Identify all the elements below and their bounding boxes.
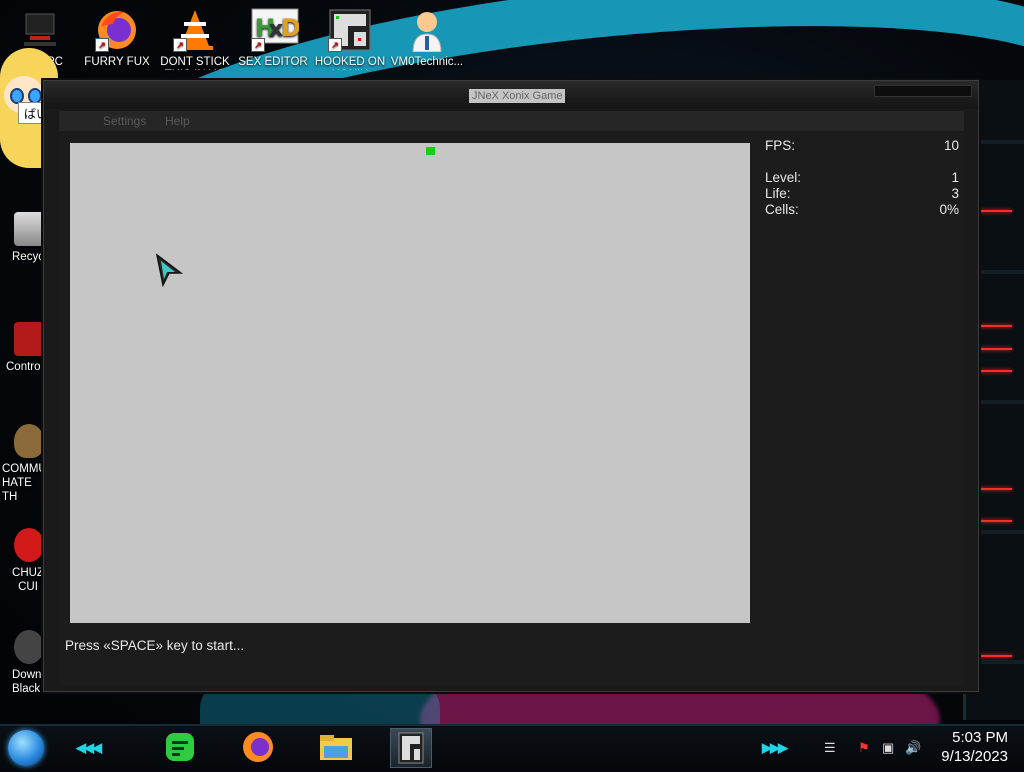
mouse-cursor-icon (155, 253, 183, 287)
stat-label: Level: (765, 170, 802, 185)
desktop-icon-label: Control (6, 361, 44, 373)
xonix-game-window[interactable]: JNeX Xonix Game Settings Help FPS: 10 Le… (43, 80, 979, 692)
desktop-icon-control-panel[interactable]: Control (0, 322, 44, 374)
desktop-icon-furry-fux[interactable]: ↗ FURRY FUX (79, 8, 155, 69)
stat-cells: Cells: 0% (765, 202, 959, 218)
status-message: Press «SPACE» key to start... (65, 638, 245, 653)
pc-icon (18, 8, 62, 52)
recycle-bin-icon (14, 212, 44, 246)
player-marker (426, 147, 435, 155)
security-flag-icon[interactable]: ⚑ (858, 740, 870, 756)
volume-icon[interactable]: 🔊 (905, 740, 921, 756)
desktop-icon-chuz[interactable]: CHUZ CUI (0, 528, 44, 594)
hxd-editor-icon: HxD ↗ (251, 8, 301, 52)
shortcut-overlay-icon: ↗ (95, 38, 109, 52)
desktop-icon-vm0technic[interactable]: VM0Technic... (389, 8, 465, 69)
stat-value: 10 (943, 138, 959, 153)
desktop-icon-label: CHUZ CUI (12, 567, 44, 593)
taskbar-app-file-explorer[interactable] (316, 728, 356, 766)
stats-panel: FPS: 10 Level: 1 Life: 3 Cells: 0% (765, 138, 959, 218)
clock-date: 9/13/2023 (941, 748, 1008, 765)
stat-level: Level: 1 (765, 170, 959, 186)
shortcut-overlay-icon: ↗ (173, 38, 187, 52)
desktop-icon-recycle-bin[interactable]: Recycl (0, 212, 47, 264)
firefox-icon (243, 732, 273, 762)
desktop-icon-label: Recycl (12, 251, 47, 263)
taskbar-app-xonix[interactable] (390, 728, 432, 768)
folder-icon (320, 735, 352, 760)
stat-fps: FPS: 10 (765, 138, 959, 154)
desktop-icon-label: HOOKED ON XONIX (314, 56, 386, 70)
taskbar-decoration-icon: ▶▶▶ (762, 740, 788, 755)
control-panel-icon (14, 322, 44, 356)
stat-label: Life: (765, 186, 791, 201)
money-bag-icon (14, 424, 44, 458)
red-character-icon (14, 528, 44, 562)
desktop-icon-label: VM0Technic... (390, 56, 464, 68)
start-button[interactable] (8, 730, 44, 766)
game-client-area: FPS: 10 Level: 1 Life: 3 Cells: 0% Press… (59, 131, 964, 685)
xonix-icon (398, 732, 424, 764)
game-playfield[interactable] (70, 143, 750, 623)
menu-bar: Settings Help (59, 111, 964, 131)
system-clock[interactable]: 5:03 PM 9/13/2023 (941, 728, 1008, 766)
window-title: JNeX Xonix Game (469, 89, 566, 103)
download-icon (14, 630, 44, 664)
taskbar-decoration-icon: ◀◀◀ (76, 740, 102, 755)
notes-icon (166, 733, 194, 761)
window-titlebar[interactable]: JNeX Xonix Game (44, 81, 978, 109)
desktop-icon-label: FURRY FUX (84, 56, 150, 68)
doctor-icon (405, 8, 449, 53)
desktop-icon-sex-editor[interactable]: HxD ↗ SEX EDITOR (235, 8, 311, 69)
desktop-icon-label: COMMU HATE TH (2, 463, 47, 503)
taskbar: ◀◀◀ ▶▶▶ ☰ ⚑ ▣ 🔊 5:03 PM 9/13/2023 (0, 724, 1024, 770)
titlebar-decoration (874, 85, 972, 97)
vlc-icon: ↗ (173, 8, 217, 52)
show-hidden-icons[interactable]: ☰ (824, 740, 836, 756)
stat-label: FPS: (765, 138, 796, 153)
stat-value: 0% (939, 202, 959, 217)
stat-value: 1 (951, 170, 959, 185)
menu-settings[interactable]: Settings (103, 114, 146, 128)
desktop-icon-label: DONT STICK THIS IN YO (160, 56, 230, 70)
desktop-icon-dont-stick[interactable]: ↗ DONT STICK THIS IN YO (157, 8, 233, 70)
clock-time: 5:03 PM (952, 729, 1008, 746)
desktop-icon-label: SEX EDITOR (238, 56, 308, 68)
desktop-icon-hooked-on-xonix[interactable]: ↗ HOOKED ON XONIX (312, 8, 388, 70)
menu-help[interactable]: Help (165, 114, 190, 128)
taskbar-app-notes[interactable] (160, 728, 200, 766)
network-icon[interactable]: ▣ (882, 740, 894, 756)
stat-label: Cells: (765, 202, 799, 217)
xonix-icon: ↗ (328, 8, 372, 52)
taskbar-app-firefox[interactable] (238, 728, 278, 766)
stat-life: Life: 3 (765, 186, 959, 202)
shortcut-overlay-icon: ↗ (328, 38, 342, 52)
desktop-icon-commu[interactable]: COMMU HATE TH (0, 424, 47, 504)
shortcut-overlay-icon: ↗ (251, 38, 265, 52)
svg-text:D: D (281, 14, 299, 42)
firefox-icon: ↗ (95, 8, 139, 52)
stat-value: 3 (951, 186, 959, 201)
desktop-icon-download[interactable]: Downl Black Ali... (0, 630, 65, 696)
